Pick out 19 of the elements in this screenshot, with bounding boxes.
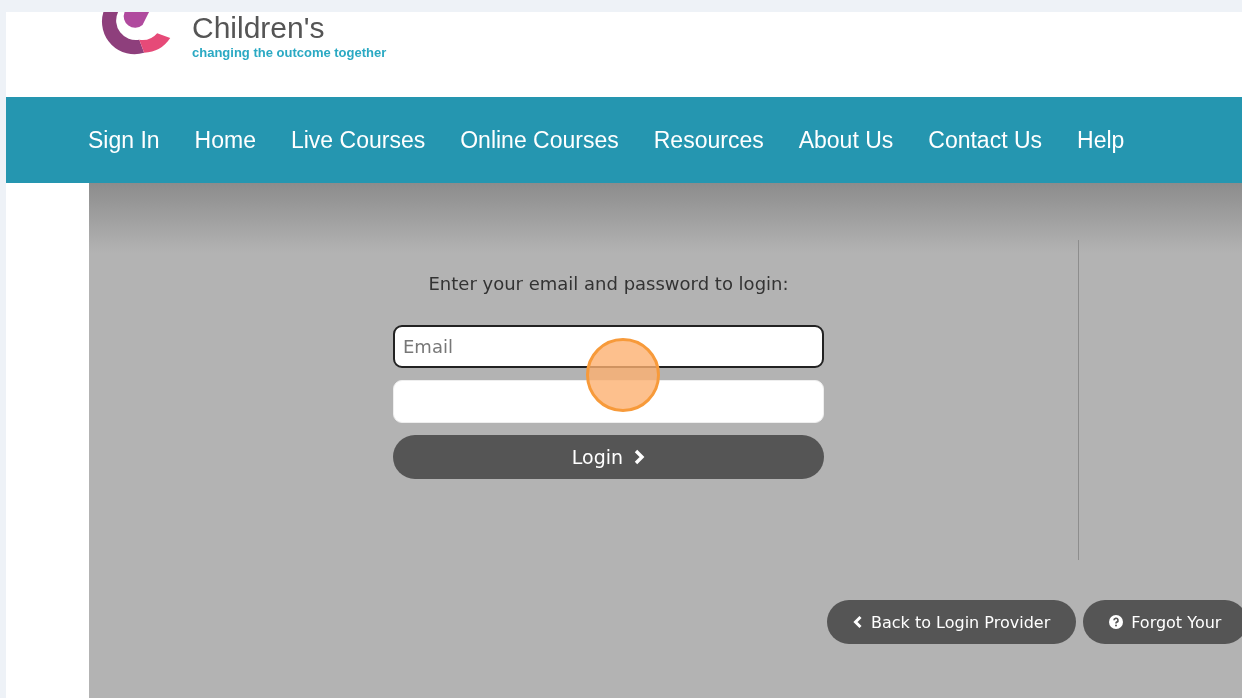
password-field[interactable] [393,380,824,423]
login-prompt: Enter your email and password to login: [427,273,790,294]
nav-link[interactable]: Online Courses [460,126,619,154]
login-button[interactable]: Login [393,435,824,479]
nav-link[interactable]: About Us [798,126,894,154]
logo-name: Children's [192,12,325,44]
action-button[interactable]: Back to Login Provider [827,600,1077,644]
email-field[interactable]: Email [393,325,824,368]
nav-link[interactable]: Sign In [88,126,160,154]
chevron-right-icon [633,449,646,465]
logo-tagline: changing the outcome together [192,45,387,60]
chevron-left-icon [853,615,863,629]
nav-link[interactable]: Contact Us [928,126,1043,154]
nav-link[interactable]: Home [194,126,256,154]
help-icon [1109,615,1124,629]
nav-link[interactable]: Live Courses [290,126,426,154]
action-button[interactable]: Forgot Your [1083,600,1242,644]
nav-link[interactable]: Help [1077,126,1125,154]
nav-link[interactable]: Resources [653,126,764,154]
